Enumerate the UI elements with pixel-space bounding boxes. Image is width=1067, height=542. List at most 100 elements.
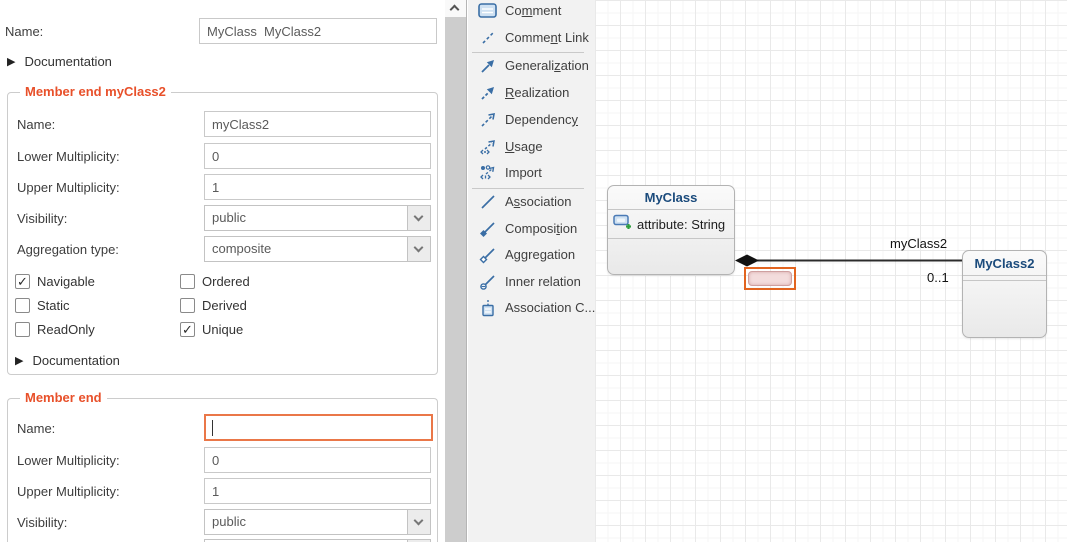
checkbox-label: ReadOnly	[37, 322, 95, 337]
upper-multiplicity-input[interactable]	[204, 478, 431, 504]
palette-item-label: Aggregation	[505, 247, 575, 262]
name-label: Name:	[17, 117, 55, 132]
select-dropdown-button[interactable]	[407, 237, 430, 261]
fieldset-legend: Member end	[20, 390, 107, 405]
documentation-toggle-member-end[interactable]: ▶ Documentation	[15, 353, 120, 368]
palette-item-association-class[interactable]: Association C...	[477, 298, 595, 317]
checkbox-label: Derived	[202, 298, 247, 313]
derived-checkbox[interactable]: Derived	[180, 298, 247, 313]
member-end-name-input-focused[interactable]	[204, 414, 433, 441]
visibility-select[interactable]: public	[204, 509, 431, 535]
select-dropdown-button[interactable]	[407, 510, 430, 534]
visibility-value: public	[212, 514, 246, 529]
association-name-input[interactable]	[199, 18, 437, 44]
documentation-toggle-top[interactable]: ▶ Documentation	[7, 54, 112, 69]
palette-item-realization[interactable]: Realization	[477, 83, 569, 102]
aggregation-type-value: composite	[212, 241, 271, 256]
palette-item-aggregation[interactable]: Aggregation	[477, 245, 575, 264]
palette-item-label: Association C...	[505, 300, 595, 315]
text-cursor	[212, 420, 213, 436]
palette-item-label: Inner relation	[505, 274, 581, 289]
upper-multiplicity-label: Upper Multiplicity:	[17, 484, 120, 499]
palette-item-generalization[interactable]: Generalization	[477, 56, 589, 75]
palette-item-import[interactable]: Import	[477, 163, 542, 182]
member-end-fieldset: Member end Name: Lower Multiplicity: Upp…	[7, 398, 438, 542]
usage-icon	[477, 137, 498, 156]
visibility-label: Visibility:	[17, 211, 67, 226]
documentation-label: Documentation	[24, 54, 111, 69]
association-icon	[477, 192, 498, 211]
palette-item-inner-relation[interactable]: Inner relation	[477, 272, 581, 291]
palette-item-dependency[interactable]: Dependency	[477, 110, 578, 129]
palette-item-usage[interactable]: Usage	[477, 137, 543, 156]
checkbox-icon	[15, 322, 30, 337]
chevron-down-icon	[414, 212, 424, 222]
collapsed-triangle-icon: ▶	[15, 354, 23, 367]
aggregation-type-select[interactable]: composite	[204, 236, 431, 262]
palette-item-label: Usage	[505, 139, 543, 154]
generalization-icon	[477, 56, 498, 75]
properties-panel: Name: ▶ Documentation Member end myClass…	[0, 0, 445, 542]
palette-item-label: Import	[505, 165, 542, 180]
collapsed-triangle-icon: ▶	[7, 55, 15, 68]
class-node-myclass[interactable]: MyClass attribute: String	[607, 185, 735, 275]
palette-item-label: Generalization	[505, 58, 589, 73]
palette-item-label: Realization	[505, 85, 569, 100]
import-icon	[477, 163, 498, 182]
attribute-row[interactable]: attribute: String	[608, 210, 734, 239]
fieldset-legend: Member end myClass2	[20, 84, 171, 99]
upper-multiplicity-label: Upper Multiplicity:	[17, 180, 120, 195]
navigable-checkbox[interactable]: ✓ Navigable	[15, 274, 95, 289]
palette-item-label: Comment	[505, 3, 561, 18]
class-node-myclass2[interactable]: MyClass2	[962, 250, 1047, 338]
palette-item-label: Comment Link	[505, 30, 589, 45]
name-label: Name:	[5, 24, 43, 39]
relation-palette: Comment Comment Link Generalization Real…	[468, 0, 595, 542]
realization-icon	[477, 83, 498, 102]
checkbox-label: Navigable	[37, 274, 95, 289]
select-dropdown-button[interactable]	[407, 206, 430, 230]
uml-editor-app: Name: ▶ Documentation Member end myClass…	[0, 0, 1067, 542]
scroll-up-button[interactable]	[445, 0, 466, 17]
attribute-icon	[613, 214, 632, 235]
selected-label-box[interactable]	[744, 267, 796, 290]
palette-item-composition[interactable]: Composition	[477, 219, 577, 238]
ordered-checkbox[interactable]: Ordered	[180, 274, 250, 289]
chevron-down-icon	[414, 516, 424, 526]
palette-separator	[472, 188, 584, 189]
lower-multiplicity-label: Lower Multiplicity:	[17, 149, 120, 164]
palette-item-label: Composition	[505, 221, 577, 236]
visibility-value: public	[212, 210, 246, 225]
diagram-canvas[interactable]: MyClass attribute: String myClass2 0..1 …	[595, 0, 1067, 542]
palette-item-label: Association	[505, 194, 571, 209]
lower-multiplicity-input[interactable]	[204, 447, 431, 473]
unique-checkbox[interactable]: ✓ Unique	[180, 322, 243, 337]
checkbox-icon: ✓	[180, 322, 195, 337]
panel-scrollbar[interactable]	[445, 0, 467, 542]
palette-item-comment[interactable]: Comment	[477, 1, 561, 20]
checkbox-icon: ✓	[15, 274, 30, 289]
member-end-myclass2-fieldset: Member end myClass2 Name: Lower Multipli…	[7, 92, 438, 375]
scrollbar-thumb[interactable]	[445, 17, 466, 542]
lower-multiplicity-input[interactable]	[204, 143, 431, 169]
comment-link-icon	[477, 28, 498, 47]
comment-icon	[477, 1, 498, 20]
composition-icon	[477, 219, 498, 238]
upper-multiplicity-input[interactable]	[204, 174, 431, 200]
class-name: MyClass	[608, 186, 734, 210]
readonly-checkbox[interactable]: ReadOnly	[15, 322, 95, 337]
palette-item-comment-link[interactable]: Comment Link	[477, 28, 589, 47]
member-end-name-input[interactable]	[204, 111, 431, 137]
dependency-icon	[477, 110, 498, 129]
association-class-icon	[477, 298, 498, 317]
association-role-label[interactable]: myClass2	[890, 236, 947, 251]
static-checkbox[interactable]: Static	[15, 298, 70, 313]
visibility-label: Visibility:	[17, 515, 67, 530]
visibility-select[interactable]: public	[204, 205, 431, 231]
palette-item-association[interactable]: Association	[477, 192, 571, 211]
name-label: Name:	[17, 421, 55, 436]
checkbox-icon	[15, 298, 30, 313]
label-edit-placeholder[interactable]	[748, 271, 792, 286]
association-multiplicity-label[interactable]: 0..1	[927, 270, 949, 285]
class-name: MyClass2	[963, 251, 1046, 276]
